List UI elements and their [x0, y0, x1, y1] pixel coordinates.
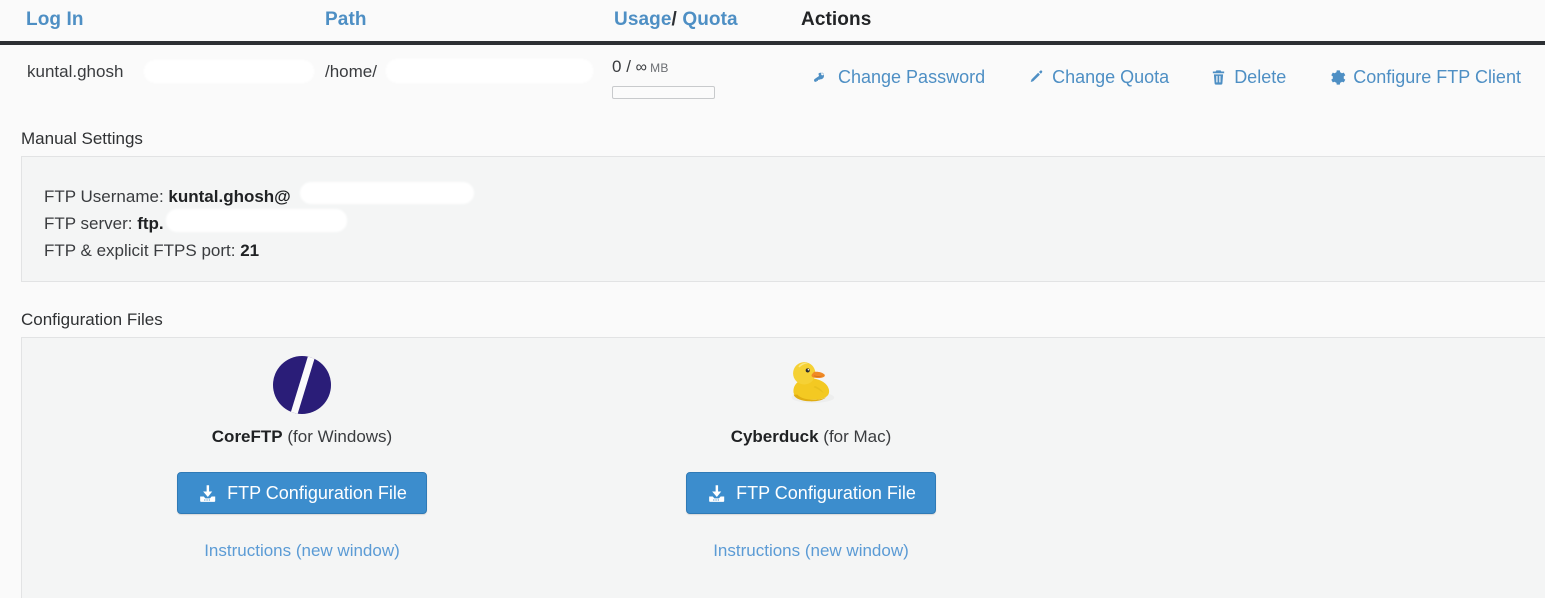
ftp-server-value: ftp.: [137, 214, 164, 233]
cyberduck-download-label: FTP Configuration File: [736, 482, 916, 503]
cyberduck-logo-box: [651, 352, 971, 418]
coreftp-name: CoreFTP: [211, 427, 283, 446]
ftp-port-line: FTP & explicit FTPS port: 21: [44, 237, 291, 264]
redaction-mark-login-domain: [146, 62, 312, 81]
column-header-actions: Actions: [801, 9, 872, 30]
cell-path: /home/: [325, 62, 377, 81]
redaction-mark-username-domain: [302, 184, 472, 202]
cyberduck-platform: (for Mac): [823, 427, 892, 446]
configure-ftp-client-action[interactable]: Configure FTP Client: [1327, 67, 1521, 88]
usage-unit: MB: [650, 61, 669, 75]
usage-text: 0 / ∞ MB: [612, 57, 715, 78]
key-icon: [812, 68, 831, 87]
column-header-quota[interactable]: Quota: [682, 9, 737, 30]
config-card-cyberduck: Cyberduck (for Mac) FTP Configuration Fi…: [651, 352, 971, 561]
download-icon: [197, 483, 218, 504]
pencil-icon: [1026, 68, 1045, 87]
delete-action[interactable]: Delete: [1210, 67, 1286, 88]
ftp-port-label: FTP & explicit FTPS port:: [44, 241, 236, 260]
usage-progress-bar: [612, 86, 715, 99]
column-header-usage-quota: Usage/ Quota: [614, 9, 738, 31]
configuration-files-title: Configuration Files: [21, 310, 163, 329]
change-password-action[interactable]: Change Password: [812, 67, 985, 88]
row-actions: Change Password Change Quota Delete Conf…: [812, 67, 1521, 88]
cell-usage-quota: 0 / ∞ MB: [612, 57, 715, 99]
manual-settings-title: Manual Settings: [21, 129, 143, 148]
column-header-path[interactable]: Path: [325, 9, 367, 31]
coreftp-logo-icon: [273, 356, 331, 414]
change-password-label: Change Password: [838, 67, 986, 87]
quota-value: ∞: [635, 59, 648, 76]
redaction-mark-path: [388, 61, 591, 81]
gear-icon: [1327, 68, 1346, 87]
cell-login: kuntal.ghosh: [27, 62, 124, 81]
cyberduck-name: Cyberduck: [730, 427, 819, 446]
coreftp-platform: (for Windows): [287, 427, 393, 446]
configuration-files-panel: CoreFTP (for Windows) FTP Configuration …: [21, 337, 1545, 598]
coreftp-instructions-link[interactable]: Instructions (new window): [142, 541, 462, 561]
cyberduck-instructions-link[interactable]: Instructions (new window): [651, 541, 971, 561]
download-icon: [706, 483, 727, 504]
change-quota-action[interactable]: Change Quota: [1026, 67, 1169, 88]
redaction-mark-server-domain: [168, 211, 345, 230]
coreftp-label: CoreFTP (for Windows): [142, 427, 462, 447]
ftp-server-label: FTP server:: [44, 214, 133, 233]
cyberduck-download-button[interactable]: FTP Configuration File: [686, 472, 936, 514]
coreftp-download-button[interactable]: FTP Configuration File: [177, 472, 427, 514]
cyberduck-duck-icon: [780, 352, 842, 419]
ftp-accounts-table: Log In Path Usage/ Quota Actions kuntal.…: [0, 0, 1545, 112]
trash-icon: [1210, 68, 1227, 87]
delete-label: Delete: [1234, 67, 1287, 87]
ftp-accounts-page: Log In Path Usage/ Quota Actions kuntal.…: [0, 0, 1545, 598]
ftp-username-value: kuntal.ghosh@: [168, 187, 291, 206]
coreftp-download-label: FTP Configuration File: [227, 482, 407, 503]
change-quota-label: Change Quota: [1052, 67, 1170, 87]
column-header-login[interactable]: Log In: [26, 9, 84, 31]
ftp-port-value: 21: [240, 241, 260, 260]
usage-value: 0: [612, 57, 622, 76]
coreftp-logo-box: [142, 352, 462, 418]
ftp-username-line: FTP Username: kuntal.ghosh@: [44, 183, 291, 210]
header-separator: /: [671, 9, 677, 30]
column-header-usage[interactable]: Usage: [614, 9, 672, 30]
table-header-row: Log In Path Usage/ Quota Actions: [0, 0, 1545, 45]
cyberduck-label: Cyberduck (for Mac): [651, 427, 971, 447]
configure-ftp-client-label: Configure FTP Client: [1353, 67, 1521, 87]
usage-separator: /: [626, 57, 631, 76]
config-card-coreftp: CoreFTP (for Windows) FTP Configuration …: [142, 352, 462, 561]
ftp-username-label: FTP Username:: [44, 187, 164, 206]
